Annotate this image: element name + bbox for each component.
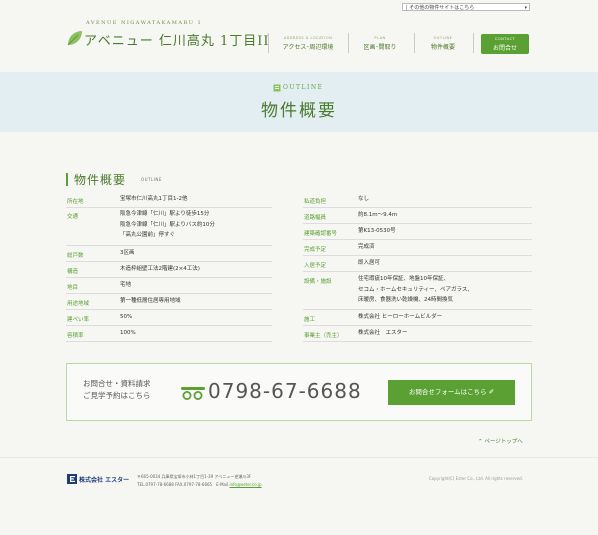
spec-value: 宝塚市仁川高丸1丁目1-2他 bbox=[120, 196, 188, 202]
spec-value: 完成済 bbox=[358, 244, 375, 250]
spec-label: 事業主（売主） bbox=[304, 333, 343, 339]
nav-outline-label: 物件概要 bbox=[430, 44, 455, 51]
spec-label: 用途地域 bbox=[67, 301, 90, 307]
contact-form-button[interactable]: お問合せフォームはこちら ✐ bbox=[388, 380, 515, 405]
spec-label: 完成予定 bbox=[304, 247, 327, 253]
contact-button-en: CONTACT bbox=[494, 37, 516, 41]
spec-value: 木造枠組壁工法2階建(2×4工法) bbox=[120, 266, 200, 272]
leaf-logo-icon bbox=[67, 31, 82, 46]
spec-value: 宅地 bbox=[120, 282, 132, 288]
other-sites-select[interactable]: | その他の物件サイトはこちら ▾ bbox=[402, 3, 530, 11]
row-divider bbox=[66, 325, 272, 326]
spec-label: 構造 bbox=[67, 269, 79, 275]
nav-plan-label: 区画･間取り bbox=[363, 44, 397, 51]
spec-value: なし bbox=[358, 196, 370, 202]
page-title: 物件概要 bbox=[261, 101, 337, 121]
row-divider bbox=[66, 277, 272, 278]
spec-label: 私道負担 bbox=[304, 199, 327, 205]
spec-label: 総戸数 bbox=[67, 253, 84, 259]
spec-value: 株式会社 エスター bbox=[358, 330, 408, 336]
logo-subtitle: AVENUE NIGAWATAKAMARU 1 bbox=[86, 20, 203, 26]
spec-value: 阪急今津線「仁川」駅より徒歩15分 阪急今津線「仁川」駅よりバス約10分 「高丸… bbox=[120, 211, 215, 238]
company-logo-icon bbox=[67, 474, 77, 484]
spec-label: 入居予定 bbox=[304, 263, 327, 269]
row-divider bbox=[66, 261, 272, 262]
spec-label: 地目 bbox=[67, 285, 79, 291]
nav-access-label: アクセス･周辺環境 bbox=[282, 44, 334, 51]
nav-access[interactable]: ADDRESS & LOCATION アクセス･周辺環境 bbox=[272, 36, 344, 51]
nav-plan[interactable]: PLAN 区画･間取り bbox=[352, 36, 408, 51]
nav-divider bbox=[473, 33, 474, 53]
nav-divider bbox=[414, 33, 415, 53]
spec-value: 第一種低層住居専用地域 bbox=[120, 298, 181, 304]
spec-value: 約8.1m〜9.4m bbox=[358, 212, 398, 218]
contact-button-label: お問合せ bbox=[492, 45, 517, 52]
row-divider bbox=[303, 271, 532, 272]
spec-label: 容積率 bbox=[67, 333, 84, 339]
row-divider bbox=[303, 309, 532, 310]
company-email-link[interactable]: info@ester.co.jp bbox=[229, 482, 261, 487]
chevron-down-icon: ▾ bbox=[524, 5, 527, 11]
spec-label: 建ぺい率 bbox=[67, 317, 90, 323]
page-top-link[interactable]: ⌃ ページトップへ bbox=[478, 437, 523, 445]
nav-access-en: ADDRESS & LOCATION bbox=[283, 36, 333, 40]
row-divider bbox=[66, 293, 272, 294]
spec-value: 100% bbox=[120, 330, 136, 336]
row-divider bbox=[303, 239, 532, 240]
contact-button[interactable]: CONTACT お問合せ bbox=[481, 34, 529, 54]
freedial-icon bbox=[181, 387, 205, 400]
company-tel-fax: TEL.0797-78-6688 FAX.0797-78-6665 E-Mail… bbox=[137, 482, 230, 487]
spec-value: 即入居可 bbox=[358, 260, 381, 266]
row-divider bbox=[303, 255, 532, 256]
spec-label: 道路幅員 bbox=[304, 215, 327, 221]
other-sites-select-label: | その他の物件サイトはこちら bbox=[406, 5, 475, 11]
company-contact: TEL.0797-78-6688 FAX.0797-78-6665 E-Mail… bbox=[137, 481, 262, 489]
copyright: Copyright(C) Ester Co., Ltd. All rights … bbox=[429, 476, 523, 481]
row-divider bbox=[303, 341, 532, 342]
row-divider bbox=[66, 341, 272, 342]
spec-label: 設備・施設 bbox=[304, 279, 332, 285]
document-icon bbox=[273, 84, 281, 92]
row-divider bbox=[303, 325, 532, 326]
spec-label: 建築確認番号 bbox=[304, 231, 338, 237]
row-divider bbox=[303, 207, 532, 208]
company-address-block: 〒665-0034 兵庫県宝塚市小林1丁目1-39 アベニュー逆瀬川3F TEL… bbox=[137, 473, 262, 489]
section-heading: 物件概要 bbox=[74, 173, 127, 187]
nav-outline-en: OUTLINE bbox=[433, 36, 453, 40]
section-heading-bar bbox=[66, 173, 68, 186]
nav-divider bbox=[268, 33, 269, 53]
nav-plan-en: PLAN bbox=[374, 36, 386, 40]
row-divider bbox=[66, 207, 272, 208]
site-logo[interactable]: アベニュー 仁川高丸 1丁目II bbox=[84, 30, 270, 49]
nav-divider bbox=[348, 33, 349, 53]
spec-label: 所在地 bbox=[67, 199, 84, 205]
row-divider bbox=[66, 309, 272, 310]
spec-value: 50% bbox=[120, 314, 133, 320]
footer-divider bbox=[0, 457, 598, 458]
spec-value: 3区画 bbox=[120, 250, 135, 256]
row-divider bbox=[66, 245, 272, 246]
spec-value: 株式会社 ヒーローホームビルダー bbox=[358, 314, 443, 320]
cta-message: お問合せ・資料請求 ご見学予約はこちら bbox=[83, 379, 151, 400]
spec-label: 交通 bbox=[67, 214, 79, 220]
phone-number[interactable]: 0798-67-6688 bbox=[208, 379, 362, 403]
spec-value: 住宅瑕疵10年保証、地盤10年保証、 セコム・ホームセキュリティー、ペアガラス、… bbox=[358, 276, 473, 303]
company-name: 株式会社 エスター bbox=[79, 477, 130, 484]
company-address: 〒665-0034 兵庫県宝塚市小林1丁目1-39 アベニュー逆瀬川3F bbox=[137, 474, 252, 479]
section-heading-en: OUTLINE bbox=[141, 177, 162, 182]
spec-label: 施工 bbox=[304, 317, 316, 323]
nav-outline[interactable]: OUTLINE 物件概要 bbox=[418, 36, 468, 51]
row-divider bbox=[303, 223, 532, 224]
page-title-en: OUTLINE bbox=[283, 84, 324, 91]
spec-value: 第K13-0530号 bbox=[358, 228, 396, 234]
